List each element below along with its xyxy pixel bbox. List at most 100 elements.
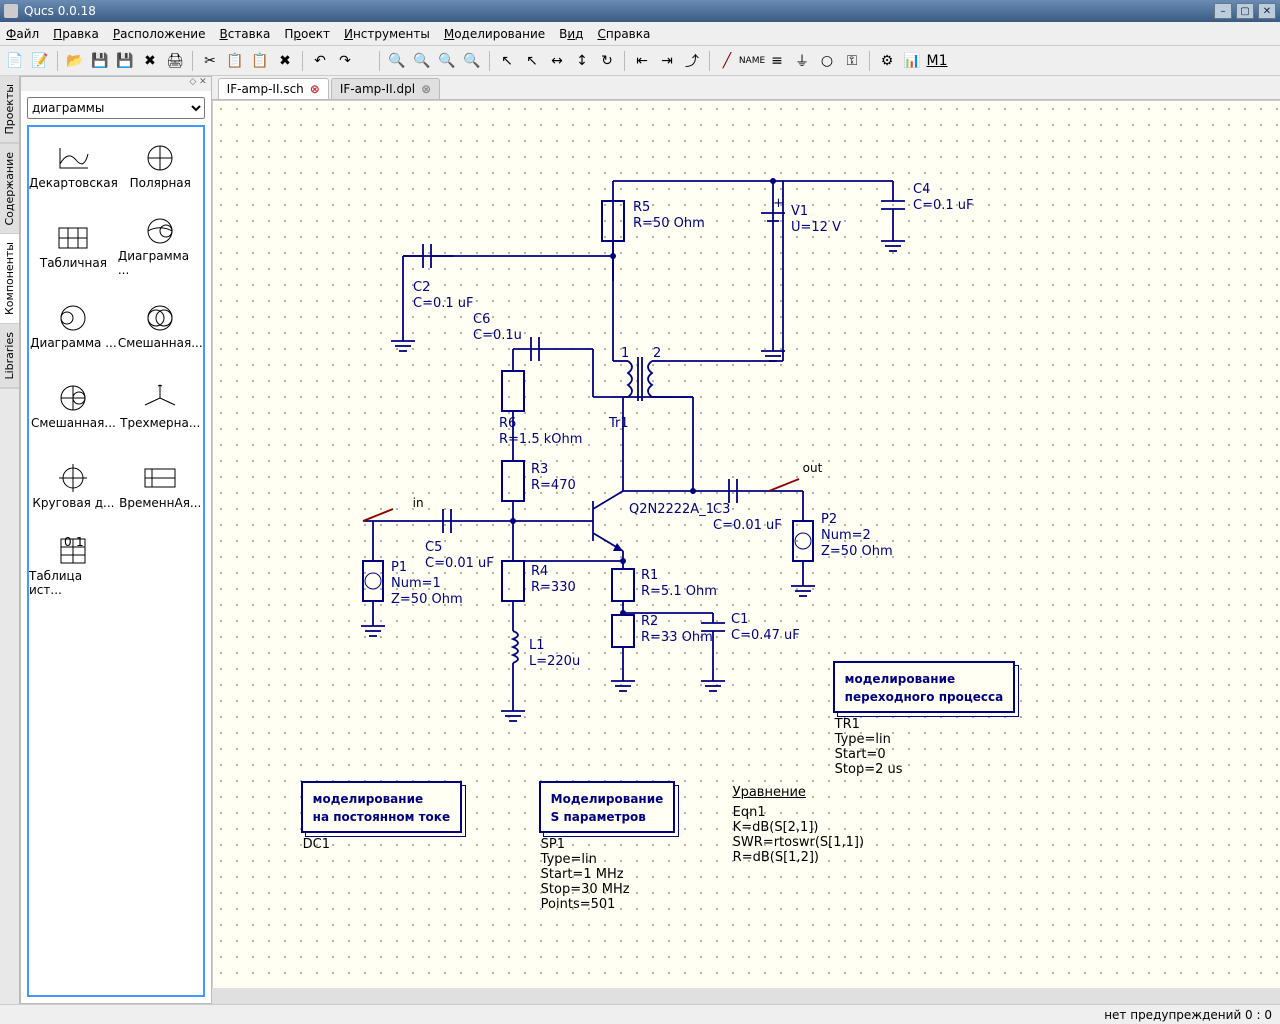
net-in: in — [413, 496, 424, 510]
tool-new[interactable]: 📄 — [4, 50, 26, 72]
category-select[interactable]: диаграммы — [27, 97, 205, 119]
tool-view-data[interactable]: 📊 — [901, 50, 923, 72]
horizontal-scrollbar[interactable] — [212, 988, 1280, 1004]
status-text: нет предупреждений 0 : 0 — [1104, 1008, 1272, 1022]
tool-saveall[interactable]: 💾 — [114, 50, 136, 72]
svg-text:L1: L1 — [529, 638, 545, 653]
tool-doc[interactable]: 📝 — [29, 50, 51, 72]
tool-equation[interactable]: ≡ — [766, 50, 788, 72]
menu-project[interactable]: Проект — [284, 27, 330, 41]
diag-mixed[interactable]: Смешанная... — [118, 287, 203, 367]
menu-insert[interactable]: Вставка — [219, 27, 270, 41]
svg-text:C=0.1u: C=0.1u — [473, 328, 522, 343]
tool-cut[interactable]: ✂ — [199, 50, 221, 72]
tool-key[interactable]: ⚿ — [841, 50, 863, 72]
net-out: out — [803, 461, 823, 475]
panel-head: ◇ ✕ — [21, 77, 211, 91]
close-button[interactable]: ✕ — [1258, 3, 1276, 19]
tool-rotate[interactable]: ↻ — [596, 50, 618, 72]
sidetab-projects[interactable]: Проекты — [0, 76, 19, 144]
tool-zoomout[interactable]: 🔍 — [461, 50, 483, 72]
close-icon[interactable]: ⊗ — [421, 82, 431, 96]
tool-open[interactable]: 📂 — [64, 50, 86, 72]
tool-copy[interactable]: 📋 — [224, 50, 246, 72]
tool-ground[interactable]: ⏚ — [791, 50, 813, 72]
menu-file[interactable]: Файл — [6, 27, 39, 41]
svg-text:R2: R2 — [641, 614, 658, 629]
tool-save[interactable]: 💾 — [89, 50, 111, 72]
tool-zoomfit[interactable]: 🔍 — [386, 50, 408, 72]
svg-text:R=1.5 kOhm: R=1.5 kOhm — [499, 432, 582, 447]
tool-mirror-h[interactable]: ↔ — [546, 50, 568, 72]
tool-goto-right[interactable]: ⇥ — [656, 50, 678, 72]
tool-label[interactable]: NAME — [741, 50, 763, 72]
sidetab-libraries[interactable]: Libraries — [0, 324, 19, 389]
svg-text:U=12 V: U=12 V — [791, 220, 841, 235]
tool-close[interactable]: ✖ — [139, 50, 161, 72]
svg-text:Tr1: Tr1 — [608, 416, 629, 431]
tool-paste[interactable]: 📋 — [249, 50, 271, 72]
tool-edit-parent[interactable]: ⤴ — [681, 50, 703, 72]
tool-select[interactable]: ↖ — [496, 50, 518, 72]
svg-text:1: 1 — [621, 346, 629, 361]
svg-text:P2: P2 — [821, 512, 837, 527]
menu-view[interactable]: Вид — [559, 27, 583, 41]
smith2-icon — [56, 304, 90, 332]
tool-mirror-v[interactable]: ↕ — [571, 50, 593, 72]
tool-zoomin[interactable]: 🔍 — [436, 50, 458, 72]
tool-simulate[interactable]: ⚙ — [876, 50, 898, 72]
file-tabs: IF-amp-II.sch ⊗ IF-amp-II.dpl ⊗ — [212, 76, 1280, 100]
tool-wire[interactable]: ╱ — [716, 50, 738, 72]
close-icon[interactable]: ⊗ — [310, 82, 320, 96]
sim-dc[interactable]: моделирование на постоянном токе — [301, 781, 462, 833]
svg-text:Num=1: Num=1 — [391, 576, 441, 591]
diag-3d[interactable]: Трехмерна... — [118, 367, 203, 447]
diag-smith[interactable]: Диаграмма ... — [118, 207, 203, 287]
tool-marker[interactable]: M1 — [926, 50, 948, 72]
sim-tran[interactable]: моделирование переходного процесса — [833, 661, 1016, 713]
svg-text:L=220u: L=220u — [529, 654, 580, 669]
tool-zoom1[interactable]: 🔍 — [411, 50, 433, 72]
diag-truth[interactable]: 01 Таблица ист... — [29, 527, 118, 607]
tool-delete[interactable]: ✖ — [274, 50, 296, 72]
maximize-button[interactable]: ▢ — [1236, 3, 1254, 19]
schematic-canvas[interactable]: R5 R=50 Ohm + V1 U=12 V — [212, 100, 1280, 1004]
svg-text:R1: R1 — [641, 568, 658, 583]
tool-editsel[interactable]: ↖ — [521, 50, 543, 72]
svg-text:Z=50 Ohm: Z=50 Ohm — [391, 592, 463, 607]
sim-sp[interactable]: Моделирование S параметров — [539, 781, 676, 833]
side-tabs: Проекты Содержание Компоненты Libraries — [0, 76, 20, 1004]
tab-sch[interactable]: IF-amp-II.sch ⊗ — [218, 78, 329, 99]
diag-mixed2[interactable]: Смешанная... — [29, 367, 118, 447]
minimize-button[interactable]: – — [1214, 3, 1232, 19]
timing-icon — [143, 464, 177, 492]
svg-text:C=0.01 uF: C=0.01 uF — [425, 556, 494, 571]
tab-dpl[interactable]: IF-amp-II.dpl ⊗ — [331, 78, 440, 99]
sidetab-components[interactable]: Компоненты — [0, 234, 19, 324]
mixed-icon — [143, 304, 177, 332]
tool-undo[interactable]: ↶ — [309, 50, 331, 72]
polar-icon — [143, 144, 177, 172]
menu-position[interactable]: Расположение — [113, 27, 206, 41]
diag-timing[interactable]: ВременнАя... — [118, 447, 203, 527]
svg-text:R4: R4 — [531, 564, 548, 579]
diag-polar[interactable]: Полярная — [118, 127, 203, 207]
menu-tools[interactable]: Инструменты — [344, 27, 430, 41]
diag-locus[interactable]: Круговая д... — [29, 447, 118, 527]
diag-smith2[interactable]: Диаграмма ... — [29, 287, 118, 367]
tool-redo[interactable]: ↷ — [334, 50, 356, 72]
menu-simulate[interactable]: Моделирование — [444, 27, 545, 41]
sim-eqn-title[interactable]: Уравнение — [733, 785, 806, 800]
menu-edit[interactable]: Правка — [53, 27, 99, 41]
tool-goto-left[interactable]: ⇤ — [631, 50, 653, 72]
tool-print[interactable]: 🖨 — [164, 50, 186, 72]
tool-port[interactable]: ○ — [816, 50, 838, 72]
svg-text:R=33 Ohm: R=33 Ohm — [641, 630, 713, 645]
sidetab-content[interactable]: Содержание — [0, 144, 19, 235]
menu-help[interactable]: Справка — [597, 27, 650, 41]
table-icon — [56, 224, 90, 252]
svg-text:2: 2 — [653, 346, 661, 361]
svg-text:R3: R3 — [531, 462, 548, 477]
diag-cartesian[interactable]: Декартовская — [29, 127, 118, 207]
diag-table[interactable]: Табличная — [29, 207, 118, 287]
